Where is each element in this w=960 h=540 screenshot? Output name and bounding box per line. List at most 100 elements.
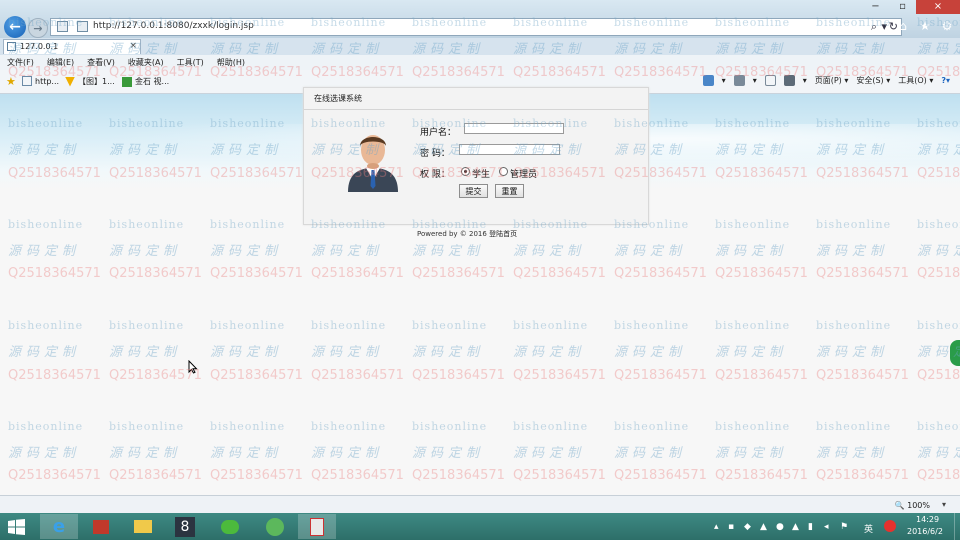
page-menu[interactable]: 页面(P) ▾ [815, 75, 849, 86]
role-admin-radio[interactable] [499, 167, 508, 176]
favorite-link-3[interactable]: 金石 视... [122, 76, 169, 87]
tray-volume-icon[interactable]: ◂ [824, 522, 829, 532]
app-eclipse-icon: 8 [175, 516, 195, 537]
tab-favicon-icon [7, 42, 16, 51]
close-window-button[interactable]: × [916, 0, 960, 14]
tray-app-icon[interactable]: ◆ [744, 522, 751, 532]
search-icon[interactable]: ⌕ [871, 20, 877, 34]
address-bar[interactable]: http://127.0.0.1:8080/zxxk/login.jsp ⌕ ▾… [50, 18, 902, 36]
menu-bar: 文件(F) 编辑(E) 查看(V) 收藏夹(A) 工具(T) 帮助(H) [0, 55, 960, 70]
forward-button[interactable]: → [28, 18, 48, 38]
dropdown-icon[interactable]: ▾ [881, 20, 887, 33]
browser-tab[interactable]: 127.0.0.1 × [3, 39, 141, 54]
menu-view[interactable]: 查看(V) [80, 55, 121, 70]
taskbar-wechat[interactable] [211, 514, 249, 539]
command-bar: ▾ ▾ ▾ 页面(P) ▾ 安全(S) ▾ 工具(O) ▾ ?▾ [702, 75, 950, 86]
mail-icon[interactable] [764, 75, 776, 86]
ime-language[interactable]: 英 [864, 522, 873, 535]
menu-edit[interactable]: 编辑(E) [40, 55, 80, 70]
window-controls: − ▫ × [862, 0, 960, 14]
favorite-link-2[interactable]: 【图】1... [65, 76, 115, 87]
tray-app-icon[interactable]: ▪ [728, 522, 734, 532]
windows-start-icon[interactable] [8, 519, 25, 535]
taskbar-app-2[interactable]: 8 [166, 514, 204, 539]
status-bar: 🔍 100% ▾ [0, 495, 960, 514]
menu-help[interactable]: 帮助(H) [210, 55, 251, 70]
java-icon [310, 517, 324, 536]
username-input[interactable] [464, 123, 564, 134]
print-icon[interactable] [783, 75, 795, 86]
taskbar-ie[interactable]: e [40, 514, 78, 539]
tools-menu[interactable]: 工具(O) ▾ [898, 75, 933, 86]
clock-time[interactable]: 14:29 [916, 515, 939, 524]
role-admin-label: 管理员 [510, 170, 538, 180]
role-label: 权 限： [420, 170, 450, 180]
mouse-cursor-icon [188, 360, 198, 374]
address-url[interactable]: http://127.0.0.1:8080/zxxk/login.jsp [93, 21, 254, 31]
compat-view-icon[interactable] [57, 21, 68, 32]
favorites-star-icon[interactable]: ★ [918, 19, 932, 33]
forward-arrow-icon: → [33, 21, 43, 35]
safety-menu[interactable]: 安全(S) ▾ [856, 75, 890, 86]
back-arrow-icon: ← [9, 19, 21, 35]
clock-date[interactable]: 2016/6/2 [907, 527, 943, 536]
maximize-button[interactable]: ▫ [889, 0, 916, 14]
tray-app-icon[interactable]: ▲ [760, 522, 767, 532]
reset-button[interactable]: 重置 [495, 184, 524, 198]
login-title: 在线选课系统 [314, 94, 362, 103]
footer-copyright: Powered by © 2016 [417, 230, 487, 238]
tray-app-icon[interactable]: ▲ [792, 522, 799, 532]
home-icon[interactable]: ⌂ [896, 19, 910, 33]
show-desktop-button[interactable] [954, 513, 960, 540]
back-button[interactable]: ← [4, 16, 26, 38]
tray-network-icon[interactable]: ▮ [808, 522, 813, 532]
zoom-level[interactable]: 🔍 100% [895, 501, 930, 510]
help-icon[interactable]: ?▾ [941, 76, 950, 85]
folder-icon [134, 520, 152, 533]
page-icon [22, 76, 32, 86]
tray-flag-icon[interactable]: ⚑ [840, 522, 848, 532]
favorites-star-icon[interactable]: ★ [6, 75, 16, 88]
home-page-icon[interactable] [702, 75, 714, 86]
feeds-icon[interactable] [733, 75, 745, 86]
menu-favorites[interactable]: 收藏夹(A) [121, 55, 170, 70]
tray-expand-icon[interactable]: ▴ [714, 522, 719, 532]
menu-tools[interactable]: 工具(T) [170, 55, 210, 70]
menu-file[interactable]: 文件(F) [0, 55, 40, 70]
panel-divider [304, 109, 648, 110]
tab-strip: 127.0.0.1 × [0, 38, 960, 55]
taskbar-explorer[interactable] [124, 514, 162, 539]
app-green-icon [266, 517, 284, 536]
browser-titlebar: ← → http://127.0.0.1:8080/zxxk/login.jsp… [0, 0, 960, 39]
user-avatar-icon [348, 135, 398, 192]
password-input[interactable] [459, 144, 560, 155]
password-label: 密 码： [420, 149, 450, 159]
page-footer: Powered by © 2016 登陆首页 [417, 229, 517, 239]
login-panel: 在线选课系统 用户名： 密 码： 权 限： 学生 管理员 提交 重置 [303, 87, 649, 225]
feed-icon [65, 76, 75, 87]
tray-app-icon[interactable]: ● [776, 522, 784, 532]
submit-button[interactable]: 提交 [459, 184, 488, 198]
tray-sogou-icon[interactable] [884, 520, 896, 532]
tab-close-icon[interactable]: × [129, 41, 137, 51]
taskbar-app-3[interactable] [256, 514, 294, 539]
footer-home-link[interactable]: 登陆首页 [489, 230, 517, 238]
wechat-icon [221, 519, 239, 534]
settings-gear-icon[interactable]: ⚙ [940, 19, 954, 33]
taskbar-app-1[interactable] [82, 514, 120, 539]
side-float-tab[interactable] [950, 340, 960, 366]
browser-tool-icons: ⌂ ★ ⚙ [896, 19, 954, 33]
tab-label: 127.0.0.1 [20, 42, 59, 51]
zoom-dropdown-icon[interactable]: ▾ [942, 500, 946, 509]
ie-icon: e [52, 516, 66, 537]
role-student-label: 学生 [472, 170, 491, 180]
page-icon [77, 21, 88, 32]
site-icon [122, 76, 132, 87]
app-house-icon [93, 519, 109, 534]
role-student-radio[interactable] [461, 167, 470, 176]
username-label: 用户名： [420, 128, 457, 138]
favorite-link-1[interactable]: http... [22, 76, 59, 86]
taskbar-java[interactable] [298, 514, 336, 539]
minimize-button[interactable]: − [862, 0, 889, 14]
taskbar: e 8 ▴ ▪ ◆ ▲ ● ▲ ▮ ◂ ⚑ 英 14:29 2016/6/2 [0, 513, 960, 540]
